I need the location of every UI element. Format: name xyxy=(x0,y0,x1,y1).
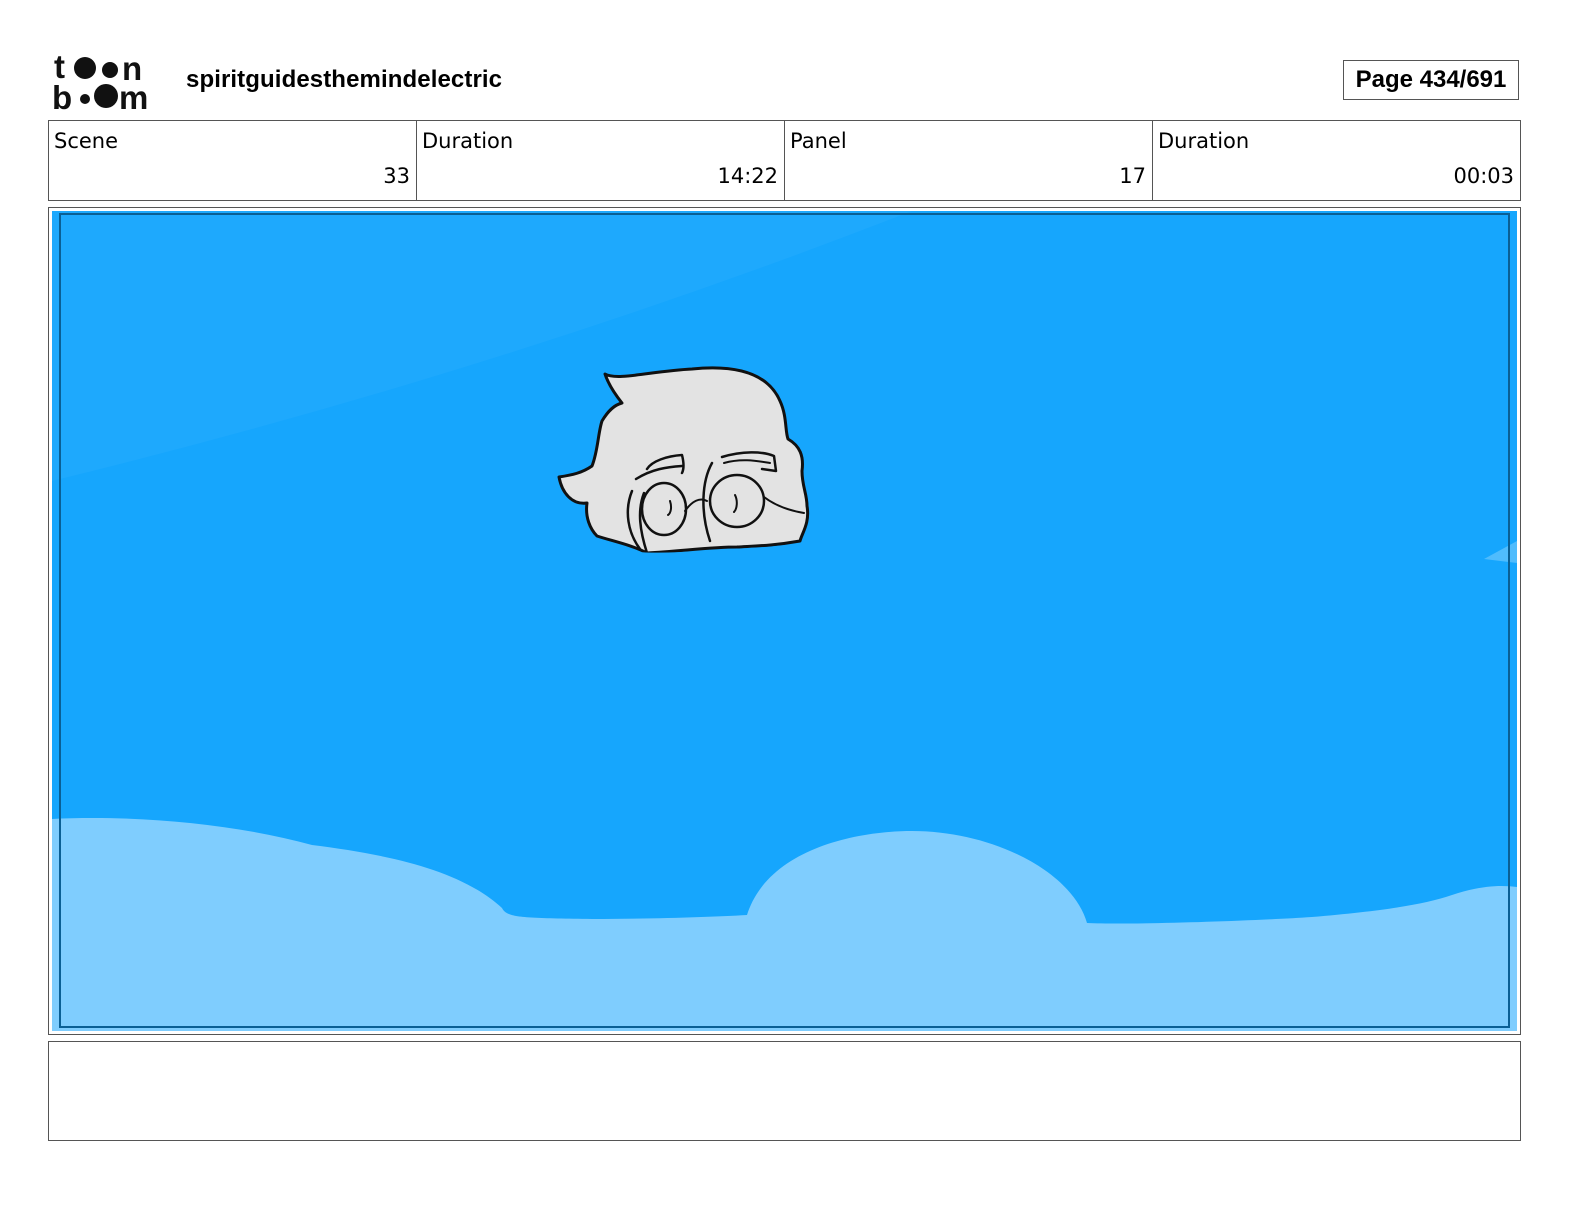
scene-duration-value: 14:22 xyxy=(717,164,778,188)
svg-text:b: b xyxy=(52,79,72,112)
scene-duration-label: Duration xyxy=(422,129,514,153)
scene-duration-cell: Duration 14:22 xyxy=(417,121,785,200)
scene-cell: Scene 33 xyxy=(49,121,417,200)
panel-duration-label: Duration xyxy=(1158,129,1250,153)
scene-info-table: Scene 33 Duration 14:22 Panel 17 Duratio… xyxy=(48,120,1521,201)
storyboard-panel xyxy=(48,207,1521,1035)
svg-text:m: m xyxy=(119,79,148,112)
page-indicator: Page 434/691 xyxy=(1343,60,1519,100)
panel-label: Panel xyxy=(790,129,847,153)
scene-value: 33 xyxy=(383,164,410,188)
panel-notes-box xyxy=(48,1041,1521,1141)
panel-drawing xyxy=(52,211,1517,1031)
panel-value: 17 xyxy=(1119,164,1146,188)
panel-duration-cell: Duration 00:03 xyxy=(1153,121,1520,200)
toon-boom-logo: t n b m xyxy=(52,50,148,112)
project-title: spiritguidesthemindelectric xyxy=(186,66,503,93)
panel-duration-value: 00:03 xyxy=(1453,164,1514,188)
panel-cell: Panel 17 xyxy=(785,121,1153,200)
scene-label: Scene xyxy=(54,129,119,153)
